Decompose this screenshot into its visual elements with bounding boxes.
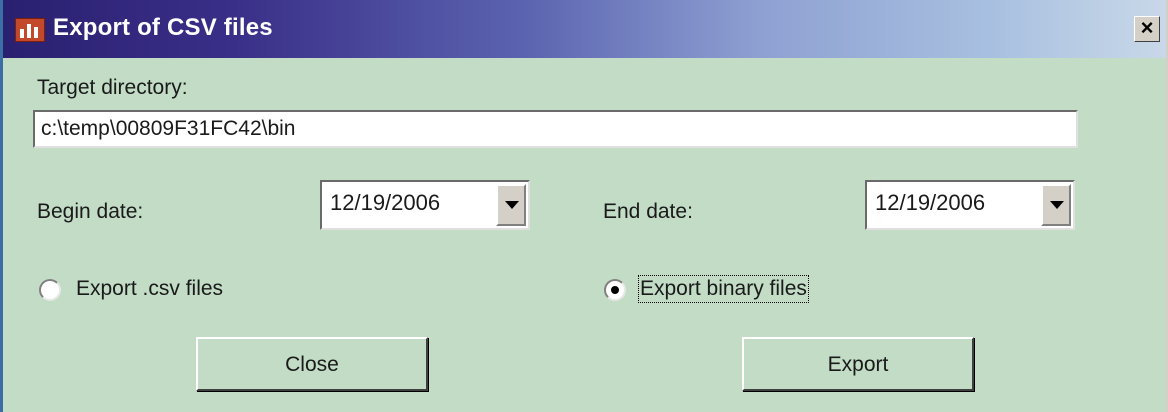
begin-date-picker[interactable]: 12/19/2006 — [320, 180, 530, 230]
begin-date-dropdown-button[interactable] — [496, 184, 526, 226]
close-button[interactable]: Close — [196, 337, 428, 391]
radio-selected-dot — [611, 286, 619, 294]
close-icon[interactable]: × — [1134, 16, 1160, 42]
target-directory-input[interactable] — [33, 110, 1078, 148]
window-title: Export of CSV files — [53, 14, 273, 41]
dropdown-arrow-icon — [505, 201, 519, 209]
export-csv-dialog: Export of CSV files × Target directory: … — [0, 0, 1168, 412]
export-binary-radio[interactable] — [604, 279, 626, 301]
end-date-dropdown-button[interactable] — [1041, 184, 1071, 226]
end-date-picker[interactable]: 12/19/2006 — [865, 180, 1075, 230]
title-bar[interactable]: Export of CSV files × — [3, 0, 1166, 58]
export-button[interactable]: Export — [742, 337, 974, 391]
begin-date-label: Begin date: — [37, 200, 144, 223]
end-date-label: End date: — [603, 200, 693, 223]
export-csv-radio-label[interactable]: Export .csv files — [76, 277, 223, 301]
end-date-value: 12/19/2006 — [875, 190, 986, 215]
begin-date-value: 12/19/2006 — [330, 190, 441, 215]
app-chart-icon — [15, 18, 45, 42]
export-binary-radio-label[interactable]: Export binary files — [638, 275, 809, 303]
dropdown-arrow-icon — [1050, 201, 1064, 209]
export-csv-radio[interactable] — [39, 279, 61, 301]
target-directory-label: Target directory: — [37, 76, 188, 99]
